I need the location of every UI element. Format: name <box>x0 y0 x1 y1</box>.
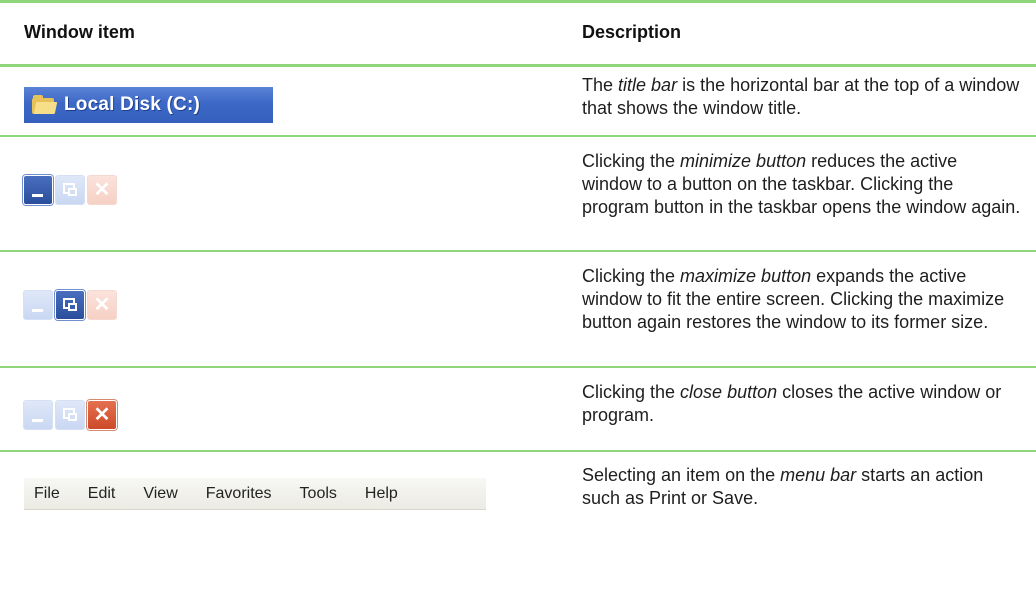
folder-icon <box>32 95 58 115</box>
close-button[interactable]: ✕ <box>87 400 117 430</box>
minimize-row-controls: ✕ <box>23 175 118 205</box>
close-description: Clicking the close button closes the act… <box>582 382 1002 425</box>
header-rule <box>0 64 1036 67</box>
term-minimize-button: minimize button <box>680 151 807 171</box>
minimize-button[interactable] <box>23 175 53 205</box>
menu-tools[interactable]: Tools <box>300 485 337 503</box>
menu-bar-example: File Edit View Favorites Tools Help <box>24 478 486 510</box>
restore-icon <box>63 408 77 421</box>
close-icon: ✕ <box>93 404 111 426</box>
maximize-description: Clicking the maximize button expands the… <box>582 266 1005 332</box>
minimize-button[interactable] <box>23 400 53 430</box>
menu-bar-description: Selecting an item on the menu bar starts… <box>582 465 984 508</box>
maximize-row-controls: ✕ <box>23 290 118 320</box>
header-window-item: Window item <box>24 22 135 42</box>
row-divider <box>0 250 1036 252</box>
close-button[interactable]: ✕ <box>87 290 117 320</box>
header-description: Description <box>582 22 682 42</box>
menu-favorites[interactable]: Favorites <box>206 485 272 503</box>
close-row-controls: ✕ <box>23 400 118 430</box>
menu-view[interactable]: View <box>143 485 177 503</box>
restore-icon <box>63 298 77 311</box>
minimize-icon <box>32 194 43 197</box>
maximize-button[interactable] <box>55 290 85 320</box>
table-top-rule <box>0 0 1036 3</box>
term-menu-bar: menu bar <box>780 465 857 485</box>
maximize-button[interactable] <box>55 400 85 430</box>
row-divider <box>0 450 1036 452</box>
row-divider <box>0 135 1036 137</box>
minimize-icon <box>32 419 43 422</box>
close-button[interactable]: ✕ <box>87 175 117 205</box>
restore-icon <box>63 183 77 196</box>
term-maximize-button: maximize button <box>680 266 812 286</box>
row-divider <box>0 366 1036 368</box>
minimize-icon <box>32 309 43 312</box>
minimize-description: Clicking the minimize button reduces the… <box>582 151 1021 217</box>
title-bar-description: The title bar is the horizontal bar at t… <box>582 75 1020 118</box>
maximize-button[interactable] <box>55 175 85 205</box>
title-bar-text: Local Disk (C:) <box>64 94 201 115</box>
close-icon: ✕ <box>93 179 111 201</box>
close-icon: ✕ <box>93 294 111 316</box>
menu-help[interactable]: Help <box>365 485 398 503</box>
term-title-bar: title bar <box>618 75 678 95</box>
minimize-button[interactable] <box>23 290 53 320</box>
term-close-button: close button <box>680 382 778 402</box>
menu-edit[interactable]: Edit <box>88 485 116 503</box>
title-bar-example: Local Disk (C:) <box>24 87 273 123</box>
menu-file[interactable]: File <box>34 485 60 503</box>
